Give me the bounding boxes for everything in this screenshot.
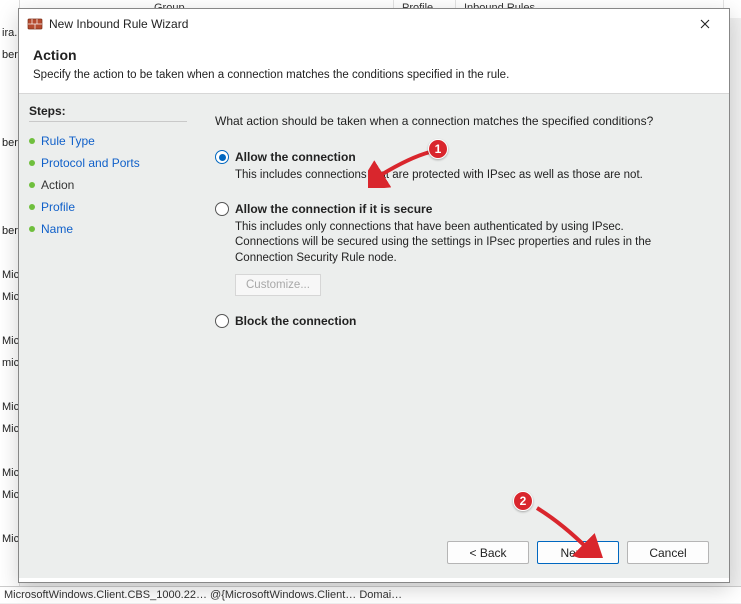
background-status-bar: MicrosoftWindows.Client.CBS_1000.22… @{M…	[0, 586, 741, 603]
step-rule-type[interactable]: Rule Type	[29, 130, 187, 152]
step-label: Rule Type	[41, 134, 95, 148]
firewall-icon	[27, 16, 43, 32]
option-description: This includes connections that are prote…	[215, 168, 675, 184]
step-bullet-icon	[29, 138, 35, 144]
question-text: What action should be taken when a conne…	[215, 114, 705, 128]
steps-heading: Steps:	[29, 104, 187, 122]
step-bullet-icon	[29, 204, 35, 210]
wizard-content: What action should be taken when a conne…	[197, 94, 729, 578]
window-title: New Inbound Rule Wizard	[49, 17, 188, 31]
step-label: Action	[41, 178, 74, 192]
step-label: Profile	[41, 200, 75, 214]
customize-button: Customize...	[235, 274, 321, 296]
radio-block[interactable]	[215, 314, 229, 328]
step-bullet-icon	[29, 226, 35, 232]
option-label[interactable]: Allow the connection if it is secure	[235, 202, 432, 216]
back-button[interactable]: < Back	[447, 541, 529, 564]
wizard-header: Action Specify the action to be taken wh…	[19, 39, 729, 93]
radio-allow[interactable]	[215, 150, 229, 164]
radio-allow-secure[interactable]	[215, 202, 229, 216]
step-name[interactable]: Name	[29, 218, 187, 240]
page-subtitle: Specify the action to be taken when a co…	[33, 69, 715, 81]
page-title: Action	[33, 47, 715, 63]
step-action[interactable]: Action	[29, 174, 187, 196]
option-label[interactable]: Block the connection	[235, 314, 356, 328]
close-button[interactable]	[683, 10, 727, 38]
option-description: This includes only connections that have…	[215, 220, 675, 267]
steps-sidebar: Steps: Rule Type Protocol and Ports Acti…	[19, 94, 197, 578]
step-bullet-icon	[29, 160, 35, 166]
option-allow: Allow the connection This includes conne…	[215, 150, 705, 184]
background-rule-list: ira. berl berl berl Mic Mic Mic mic Mic …	[0, 0, 20, 603]
step-bullet-icon	[29, 182, 35, 188]
wizard-body: Steps: Rule Type Protocol and Ports Acti…	[19, 93, 729, 578]
cancel-button[interactable]: Cancel	[627, 541, 709, 564]
step-profile[interactable]: Profile	[29, 196, 187, 218]
wizard-dialog: New Inbound Rule Wizard Action Specify t…	[18, 8, 730, 583]
step-label: Protocol and Ports	[41, 156, 140, 170]
titlebar[interactable]: New Inbound Rule Wizard	[19, 9, 729, 39]
step-label: Name	[41, 222, 73, 236]
wizard-button-row: < Back Next > Cancel	[447, 541, 709, 564]
option-label[interactable]: Allow the connection	[235, 150, 356, 164]
option-block: Block the connection	[215, 314, 705, 328]
next-button[interactable]: Next >	[537, 541, 619, 564]
step-protocol-ports[interactable]: Protocol and Ports	[29, 152, 187, 174]
close-icon	[700, 19, 710, 29]
option-allow-secure: Allow the connection if it is secure Thi…	[215, 202, 705, 297]
